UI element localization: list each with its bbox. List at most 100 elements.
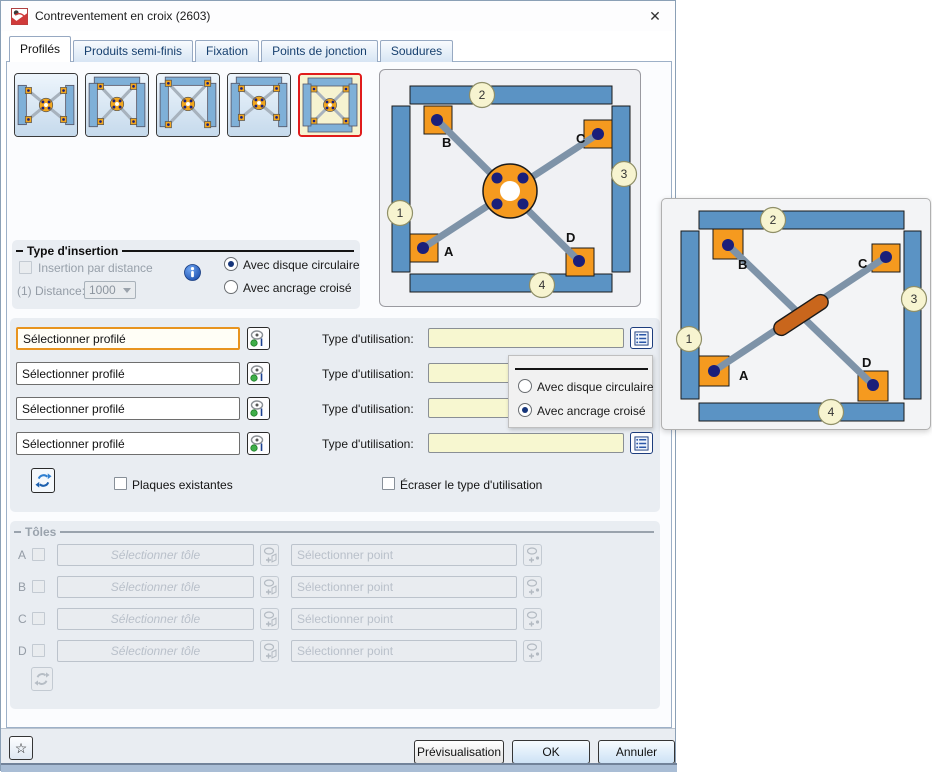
toles-group-title: Tôles [14, 525, 654, 539]
select-tole-button-d[interactable] [260, 640, 279, 662]
radio-disc-circulaire[interactable] [224, 257, 238, 271]
select-point-icon [526, 579, 540, 595]
select-profile-in-model-icon: I [249, 329, 268, 348]
point-field-d[interactable] [291, 640, 517, 662]
usage-type-label-2: Type d'utilisation: [322, 367, 414, 381]
usage-type-field-4[interactable] [428, 433, 624, 453]
tab-points-de-jonction[interactable]: Points de jonction [261, 40, 378, 62]
select-sheet-icon [263, 643, 277, 659]
svg-text:I: I [260, 442, 263, 453]
svg-text:I: I [260, 407, 263, 418]
usage-list-icon [634, 331, 649, 346]
close-icon[interactable]: ✕ [641, 4, 669, 28]
tooltip-groupbox-line [515, 368, 648, 370]
select-profile-button-2[interactable]: I [247, 362, 270, 385]
variant-thumbnail-2[interactable] [85, 73, 149, 137]
variant-thumbnail-4[interactable] [227, 73, 291, 137]
select-profile-in-model-icon: I [249, 434, 268, 453]
radio-ancrage-croise[interactable] [224, 280, 238, 294]
select-tole-button-b[interactable] [260, 576, 279, 598]
select-point-button-a[interactable] [523, 544, 542, 566]
marker-2: 2 [770, 213, 777, 227]
plate-label-b: B [442, 135, 451, 150]
tole-field-d[interactable] [57, 640, 254, 662]
preview-button[interactable]: Prévisualisation [414, 740, 504, 764]
tole-checkbox-b[interactable] [32, 580, 45, 593]
profile-field-4[interactable] [16, 432, 240, 455]
distance-label: (1) Distance: [17, 284, 85, 298]
profile-field-2[interactable] [16, 362, 240, 385]
star-icon: ☆ [15, 740, 28, 757]
tole-field-a[interactable] [57, 544, 254, 566]
insertion-type-group-title: Type d'insertion [16, 244, 354, 258]
point-field-b[interactable] [291, 576, 517, 598]
profile-field-3[interactable] [16, 397, 240, 420]
select-point-button-b[interactable] [523, 576, 542, 598]
plate-label-d: D [862, 355, 871, 370]
bracing-variant-2-icon [86, 74, 148, 136]
plate-label-c: C [576, 131, 586, 146]
refresh-icon [35, 472, 52, 489]
marker-2: 2 [479, 88, 486, 102]
variant-thumbnail-1[interactable] [14, 73, 78, 137]
groupbox-dash [14, 531, 21, 533]
ecraser-type-label: Écraser le type d'utilisation [400, 478, 542, 492]
groupbox-line [60, 531, 654, 533]
swap-profiles-button[interactable] [31, 468, 55, 493]
plate-label-a: A [739, 368, 749, 383]
variant-thumbnail-3[interactable] [156, 73, 220, 137]
select-tole-button-a[interactable] [260, 544, 279, 566]
select-point-button-d[interactable] [523, 640, 542, 662]
select-tole-button-c[interactable] [260, 608, 279, 630]
tab-profiles[interactable]: Profilés [9, 36, 71, 62]
select-sheet-icon [263, 579, 277, 595]
bracing-variant-5-icon [300, 75, 360, 135]
select-profile-button-3[interactable]: I [247, 397, 270, 420]
tab-produits-semi-finis[interactable]: Produits semi-finis [73, 40, 193, 62]
tole-field-c[interactable] [57, 608, 254, 630]
tooltip-radio-disc[interactable] [518, 379, 532, 393]
ok-button[interactable]: OK [512, 740, 590, 764]
usage-type-field-1[interactable] [428, 328, 624, 348]
point-field-a[interactable] [291, 544, 517, 566]
usage-type-list-button-4[interactable] [630, 432, 653, 454]
tole-checkbox-c[interactable] [32, 612, 45, 625]
tole-field-b[interactable] [57, 576, 254, 598]
select-point-icon [526, 643, 540, 659]
usage-type-label-4: Type d'utilisation: [322, 437, 414, 451]
tab-strip: Profilés Produits semi-finis Fixation Po… [9, 37, 455, 62]
ecraser-type-checkbox[interactable] [382, 477, 395, 490]
cancel-button[interactable]: Annuler [598, 740, 675, 764]
swap-toles-button[interactable] [31, 667, 53, 691]
tooltip-radio-cross[interactable] [518, 403, 532, 417]
favorites-star-button[interactable]: ☆ [9, 736, 33, 760]
tole-row-label-c: C [18, 612, 27, 626]
insertion-distance-checkbox[interactable] [19, 261, 32, 274]
profile-field-1[interactable] [16, 327, 240, 350]
select-profile-button-4[interactable]: I [247, 432, 270, 455]
distance-dropdown[interactable]: 1000 [84, 281, 136, 299]
tole-row-label-b: B [18, 580, 26, 594]
tab-soudures[interactable]: Soudures [380, 40, 453, 62]
select-sheet-icon [263, 611, 277, 627]
window-title: Contreventement en croix (2603) [35, 1, 210, 31]
info-icon[interactable] [184, 264, 201, 281]
svg-text:I: I [260, 372, 263, 383]
tole-checkbox-a[interactable] [32, 548, 45, 561]
radio-dot [522, 407, 528, 413]
tole-checkbox-d[interactable] [32, 644, 45, 657]
marker-4: 4 [828, 405, 835, 419]
distance-value: 1000 [89, 283, 116, 297]
variant-thumbnails [14, 73, 362, 137]
marker-3: 3 [621, 167, 628, 181]
variant-thumbnail-5-selected[interactable] [298, 73, 362, 137]
select-sheet-icon [263, 547, 277, 563]
radio-disc-circulaire-label: Avec disque circulaire [243, 258, 360, 272]
tab-fixation[interactable]: Fixation [195, 40, 259, 62]
usage-type-list-button-1[interactable] [630, 327, 653, 349]
point-field-c[interactable] [291, 608, 517, 630]
select-point-button-c[interactable] [523, 608, 542, 630]
select-profile-button-1[interactable]: I [247, 327, 270, 350]
plaques-existantes-checkbox[interactable] [114, 477, 127, 490]
bracing-variant-4-icon [228, 74, 290, 136]
